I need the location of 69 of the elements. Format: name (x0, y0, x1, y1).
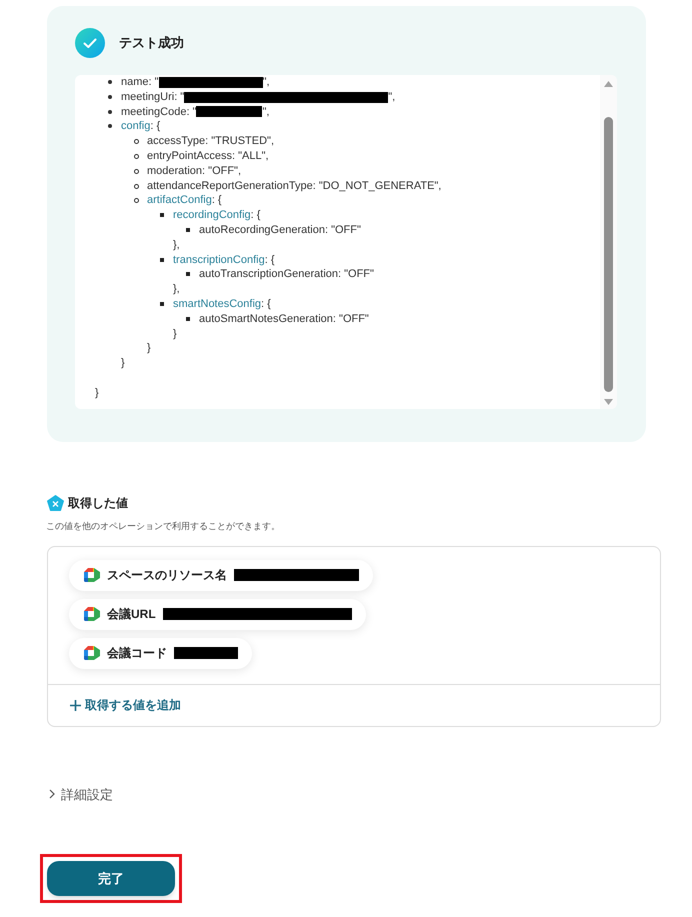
json-value: : "TRUSTED", (205, 134, 274, 149)
json-value: : "OFF" (324, 222, 361, 238)
bullet-icon (134, 154, 139, 159)
json-value: : "DO_NOT_GENERATE", (312, 178, 442, 194)
json-value: : "OFF" (332, 312, 369, 327)
json-key: autoSmartNotesGeneration (199, 312, 333, 327)
bullet-icon (160, 302, 164, 306)
json-key: meetingCode (121, 104, 186, 120)
json-value: : { (250, 208, 260, 223)
advanced-settings-toggle[interactable]: 詳細設定 (49, 784, 113, 804)
json-key-link[interactable]: config (121, 119, 150, 134)
result-title: テスト成功 (119, 34, 184, 52)
section-title: 取得した値 (68, 495, 128, 512)
check-icon (75, 28, 105, 58)
bullet-icon (108, 124, 112, 128)
video-camera-icon (84, 607, 100, 621)
json-value: : "OFF", (202, 164, 242, 179)
json-value: : { (150, 119, 160, 134)
json-key: name (121, 75, 149, 90)
bullet-icon (134, 198, 139, 204)
json-key-link[interactable]: artifactConfig (147, 193, 212, 208)
json-value: ", (388, 90, 396, 105)
section-subtitle: この値を他のオペレーションで利用することができます。 (46, 520, 281, 533)
bullet-icon (108, 110, 112, 114)
json-key: meetingUri (121, 90, 174, 105)
bullet-icon (108, 80, 112, 84)
json-value: ", (262, 75, 270, 90)
json-key: attendanceReportGenerationType (147, 178, 313, 194)
closing-brace: }, (173, 282, 181, 297)
json-key-link[interactable]: recordingConfig (173, 208, 251, 223)
json-key: accessType (147, 134, 206, 149)
pentagon-x-icon (47, 495, 64, 511)
json-value: : " (174, 90, 184, 105)
json-value: : "ALL", (232, 148, 269, 164)
json-value: : " (148, 75, 159, 90)
closing-brace: } (121, 356, 126, 371)
bullet-icon (108, 94, 112, 99)
bullet-icon (134, 168, 139, 174)
closing-brace: }, (173, 238, 181, 253)
json-value: : "OFF" (338, 267, 374, 282)
chip-label: 会議URL (107, 606, 156, 623)
json-key-link[interactable]: transcriptionConfig (173, 252, 265, 268)
json-key: autoRecordingGeneration (199, 222, 325, 238)
done-button[interactable]: 完了 (47, 861, 175, 896)
json-key: autoTranscriptionGeneration (199, 267, 338, 282)
json-value: : { (212, 193, 222, 208)
closing-brace: } (147, 341, 152, 356)
chip-label: 会議コード (107, 645, 167, 662)
json-value: ", (262, 104, 270, 120)
bullet-icon (160, 258, 164, 262)
bullet-icon (186, 228, 190, 232)
chip-label: スペースのリソース名 (107, 567, 227, 584)
json-value: : " (186, 104, 196, 120)
add-value-link[interactable]: 取得する値を追加 (70, 696, 181, 714)
json-key-link[interactable]: smartNotesConfig (173, 296, 262, 312)
bullet-icon (134, 139, 139, 144)
json-value: : { (261, 296, 271, 312)
bullet-icon (186, 316, 190, 321)
json-key: moderation (147, 164, 202, 179)
bullet-icon (186, 272, 190, 276)
video-camera-icon (84, 568, 100, 582)
closing-brace: } (173, 326, 178, 342)
json-value: : { (264, 252, 275, 268)
bullet-icon (134, 184, 139, 189)
plus-icon (70, 700, 81, 710)
closing-brace: } (95, 386, 100, 401)
video-camera-icon (84, 646, 100, 660)
bullet-icon (160, 213, 164, 218)
json-key: entryPointAccess (147, 148, 232, 164)
